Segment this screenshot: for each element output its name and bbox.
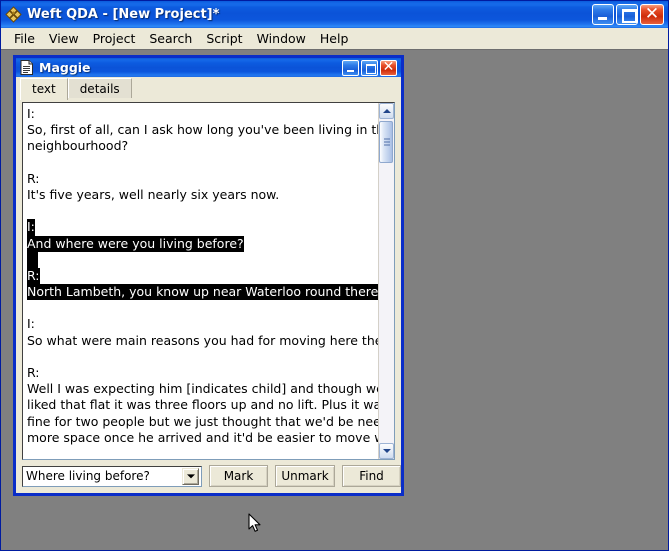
child-maximize-button[interactable] <box>361 60 378 76</box>
unmark-button[interactable]: Unmark <box>275 465 335 487</box>
child-close-icon: ✕ <box>381 59 396 75</box>
transcript-line: liked that flat it was three floors up a… <box>27 397 375 413</box>
code-select-value: Where living before? <box>23 469 182 483</box>
scroll-up-icon <box>383 109 391 113</box>
scroll-down-icon <box>383 449 391 453</box>
document-icon <box>20 60 34 75</box>
transcript-line-selected: I: <box>27 219 35 235</box>
application-title: Weft QDA - [New Project]* <box>27 7 592 22</box>
tabstrip: text details <box>16 77 401 99</box>
transcript-line-text <box>27 349 31 364</box>
transcript-line <box>27 252 375 268</box>
transcript-line-text: R: <box>27 171 40 186</box>
transcript-line: It's five years, well nearly six years n… <box>27 187 375 203</box>
transcript-line-text: neighbourhood? <box>27 138 128 153</box>
transcript-line-selected <box>27 252 38 268</box>
menu-project[interactable]: Project <box>86 29 143 48</box>
transcript-line: neighbourhood? <box>27 138 375 154</box>
transcript-line-text: fine for two people but we just thought … <box>27 414 378 429</box>
transcript-line-selected: North Lambeth, you know up near Waterloo… <box>27 284 378 300</box>
transcript-line: R: <box>27 365 375 381</box>
weave-icon <box>5 6 22 23</box>
transcript-line: Well I was expecting him [indicates chil… <box>27 381 375 397</box>
child-close-button[interactable]: ✕ <box>380 60 397 76</box>
vertical-scrollbar[interactable] <box>378 103 394 459</box>
transcript-line <box>27 155 375 171</box>
transcript-line: I: <box>27 316 375 332</box>
transcript-line: fine for two people but we just thought … <box>27 414 375 430</box>
close-icon: ✕ <box>641 4 663 25</box>
menu-script[interactable]: Script <box>199 29 249 48</box>
menu-file[interactable]: File <box>7 29 42 48</box>
transcript-line: So what were main reasons you had for mo… <box>27 333 375 349</box>
tab-panel-text: I:So, first of all, can I ask how long y… <box>19 99 398 493</box>
document-window-controls: ✕ <box>342 60 397 76</box>
mark-button[interactable]: Mark <box>209 465 268 487</box>
transcript-line: R: <box>27 171 375 187</box>
transcript-line <box>27 203 375 219</box>
application-titlebar[interactable]: Weft QDA - [New Project]* ✕ <box>1 1 668 28</box>
transcript-line-selected: And where were you living before? <box>27 236 244 252</box>
document-window-title: Maggie <box>39 60 342 75</box>
document-window-maggie: Maggie ✕ text details I:So, first of all… <box>13 55 404 496</box>
child-minimize-button[interactable] <box>342 60 359 76</box>
transcript-line: more space once he arrived and it'd be e… <box>27 430 375 446</box>
transcript-line: So, first of all, can I ask how long you… <box>27 122 375 138</box>
transcript-line-text: So what were main reasons you had for mo… <box>27 333 378 348</box>
tab-text[interactable]: text <box>20 78 68 100</box>
menubar: File View Project Search Script Window H… <box>1 28 668 49</box>
menu-window[interactable]: Window <box>250 29 313 48</box>
transcript-line-text: I: <box>27 316 35 331</box>
chevron-down-icon[interactable] <box>182 468 199 485</box>
mdi-client-area: Maggie ✕ text details I:So, first of all… <box>1 49 668 550</box>
transcript-line-text: So, first of all, can I ask how long you… <box>27 122 378 137</box>
code-select[interactable]: Where living before? <box>22 466 202 487</box>
transcript-line: And where were you living before? <box>27 236 375 252</box>
transcript-line-selected: R: <box>27 268 40 284</box>
scroll-up-button[interactable] <box>379 103 394 119</box>
transcript-line-text: liked that flat it was three floors up a… <box>27 397 378 412</box>
transcript-line: I: <box>27 106 375 122</box>
transcript-editor-container: I:So, first of all, can I ask how long y… <box>22 102 395 460</box>
document-window-titlebar[interactable]: Maggie ✕ <box>16 55 401 77</box>
mouse-cursor <box>248 513 262 535</box>
maximize-button[interactable] <box>616 4 638 25</box>
transcript-line-text: R: <box>27 365 40 380</box>
transcript-line-text: more space once he arrived and it'd be e… <box>27 430 378 445</box>
transcript-line <box>27 349 375 365</box>
transcript-line-text <box>27 300 31 315</box>
find-button[interactable]: Find <box>342 465 401 487</box>
scroll-down-button[interactable] <box>379 443 394 459</box>
transcript-line: R: <box>27 268 375 284</box>
transcript-line: I: <box>27 219 375 235</box>
transcript-text[interactable]: I:So, first of all, can I ask how long y… <box>23 103 378 459</box>
minimize-button[interactable] <box>592 4 614 25</box>
transcript-line-text <box>27 203 31 218</box>
coding-toolbar: Where living before? Mark Unmark Find <box>22 460 395 490</box>
transcript-line-text: It's five years, well nearly six years n… <box>27 187 279 202</box>
window-controls: ✕ <box>592 4 664 25</box>
transcript-line <box>27 300 375 316</box>
menu-search[interactable]: Search <box>142 29 199 48</box>
scrollbar-thumb[interactable] <box>379 121 393 163</box>
transcript-line-text <box>27 155 31 170</box>
application-window: Weft QDA - [New Project]* ✕ File View Pr… <box>0 0 669 551</box>
transcript-line-text: Well I was expecting him [indicates chil… <box>27 381 378 396</box>
transcript-line-text: I: <box>27 106 35 121</box>
scrollbar-track[interactable] <box>379 119 394 443</box>
scrollbar-grip-icon <box>384 139 390 146</box>
transcript-line: North Lambeth, you know up near Waterloo… <box>27 284 375 300</box>
close-button[interactable]: ✕ <box>640 4 664 25</box>
menu-view[interactable]: View <box>42 29 86 48</box>
tab-details[interactable]: details <box>68 78 132 98</box>
menu-help[interactable]: Help <box>313 29 356 48</box>
